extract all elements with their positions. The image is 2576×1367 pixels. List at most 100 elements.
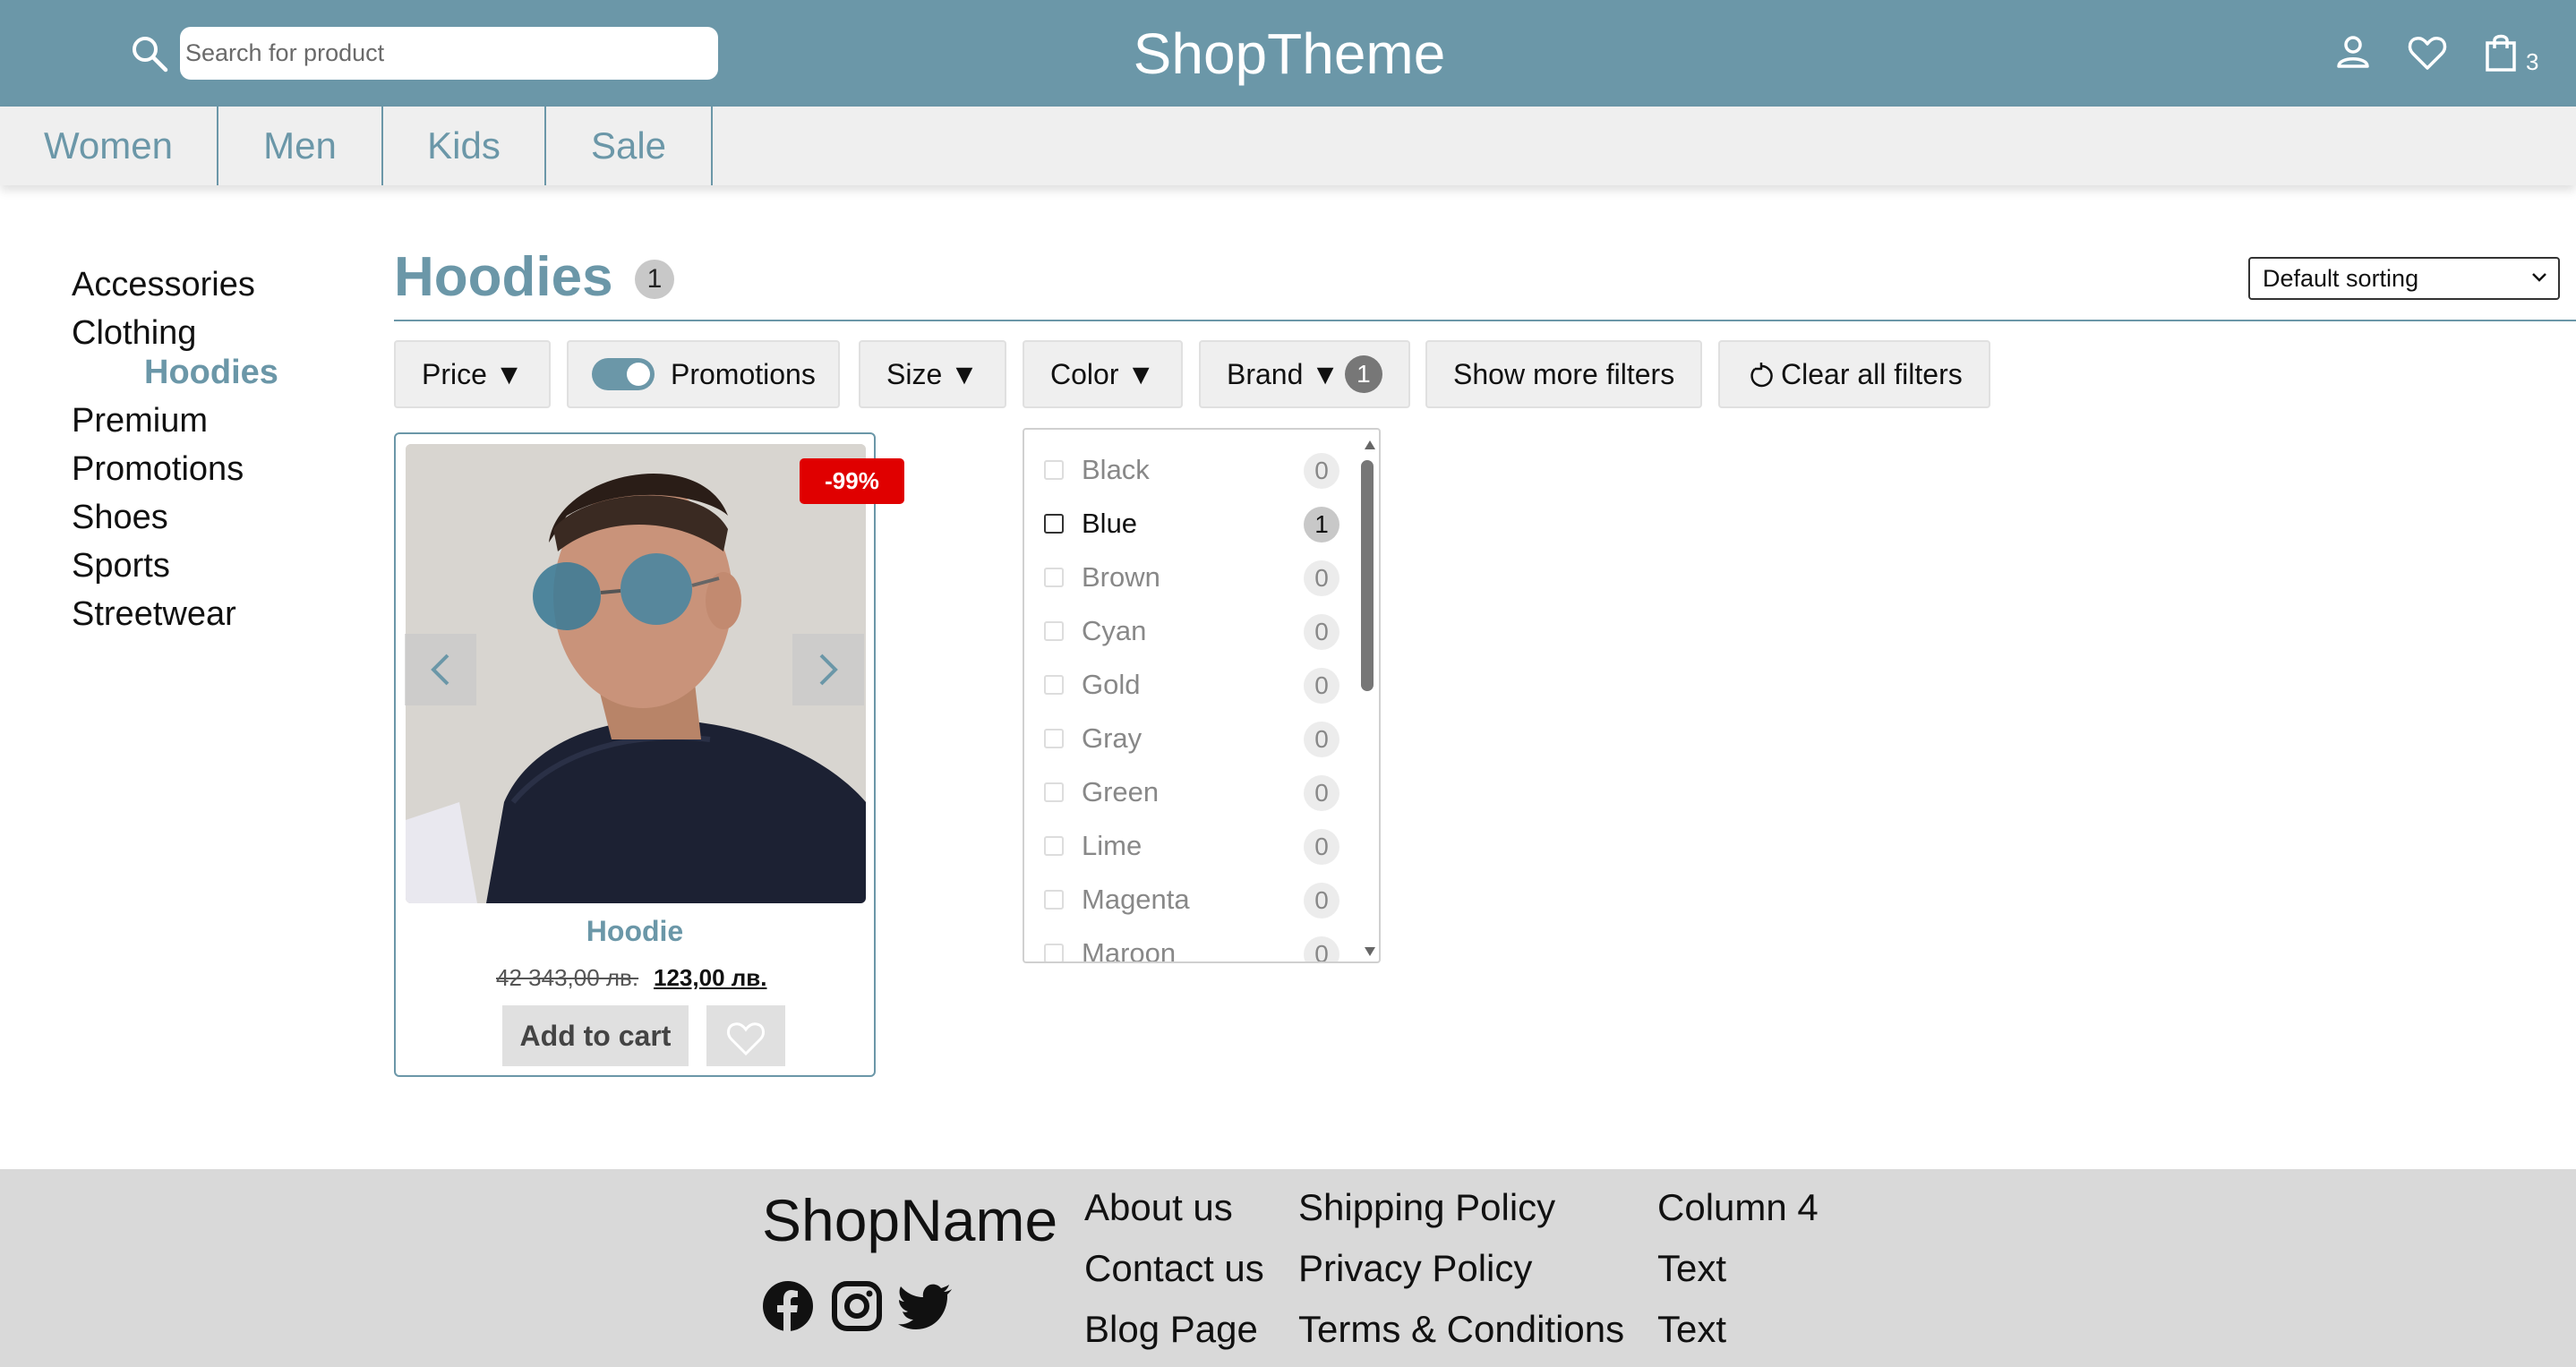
color-option-label: Magenta <box>1082 884 1190 915</box>
chevron-down-icon <box>2532 273 2546 282</box>
color-checkbox <box>1044 836 1064 856</box>
twitter-icon[interactable] <box>898 1280 954 1332</box>
footer-column-4-heading: Column 4 <box>1657 1186 1819 1228</box>
product-count-badge: 1 <box>635 260 674 299</box>
filter-price-button[interactable]: Price ▼ <box>394 340 552 408</box>
search-icon[interactable] <box>130 34 169 73</box>
brand-count-badge: 1 <box>1344 355 1382 393</box>
color-filter-dropdown[interactable]: Black 0 Blue 1 Brown 0 Cyan 0 Gold 0 Gray 0 Green 0 Li… <box>1023 428 1381 963</box>
color-checkbox <box>1044 675 1064 695</box>
color-option-gold: Gold 0 <box>1044 664 1348 709</box>
color-option-black: Black 0 <box>1044 449 1348 494</box>
color-option-blue[interactable]: Blue 1 <box>1044 503 1348 548</box>
image-prev-button[interactable] <box>405 634 476 705</box>
color-option-label: Gold <box>1082 669 1141 700</box>
category-nav: Women Men Kids Sale <box>0 107 2576 185</box>
scrollbar-thumb[interactable] <box>1361 460 1374 691</box>
refresh-icon <box>1750 363 1773 388</box>
color-checkbox[interactable] <box>1044 514 1064 534</box>
facebook-icon[interactable] <box>762 1280 814 1332</box>
sidebar-item-clothing[interactable]: Clothing <box>72 311 196 355</box>
color-option-count: 0 <box>1304 668 1339 704</box>
footer-link-privacy-policy[interactable]: Privacy Policy <box>1298 1244 1532 1293</box>
filter-color-button[interactable]: Color ▼ <box>1023 340 1184 408</box>
nav-item-sale[interactable]: Sale <box>546 107 713 185</box>
color-option-label: Brown <box>1082 561 1160 593</box>
color-option-gray: Gray 0 <box>1044 718 1348 763</box>
shopping-bag-icon[interactable] <box>2480 30 2525 75</box>
color-option-label: Blue <box>1082 508 1138 539</box>
footer-link-about-us[interactable]: About us <box>1084 1183 1233 1232</box>
sort-select[interactable]: Default sorting <box>2248 257 2560 300</box>
color-checkbox <box>1044 568 1064 587</box>
site-title[interactable]: ShopTheme <box>1039 18 1540 90</box>
color-option-label: Green <box>1082 776 1160 807</box>
footer-column-4-text: Text <box>1657 1247 1727 1289</box>
color-option-label: Maroon <box>1082 937 1177 963</box>
top-header: ShopTheme 3 <box>0 0 2576 107</box>
color-option-count: 0 <box>1304 453 1339 489</box>
footer-link-contact-us[interactable]: Contact us <box>1084 1244 1264 1293</box>
color-option-count: 0 <box>1304 829 1339 865</box>
color-option-label: Cyan <box>1082 615 1147 646</box>
sidebar-item-premium[interactable]: Premium <box>72 398 208 443</box>
user-icon[interactable] <box>2331 30 2375 75</box>
search-input[interactable] <box>180 27 718 80</box>
color-option-count: 0 <box>1304 614 1339 650</box>
sidebar-item-streetwear[interactable]: Streetwear <box>72 592 236 637</box>
sidebar-item-promotions[interactable]: Promotions <box>72 447 244 491</box>
footer-column-4-text: Text <box>1657 1308 1727 1350</box>
color-option-brown: Brown 0 <box>1044 557 1348 602</box>
promotions-toggle[interactable] <box>592 358 655 390</box>
nav-item-kids[interactable]: Kids <box>383 107 546 185</box>
clear-all-filters-label: Clear all filters <box>1781 358 1963 390</box>
footer-link-terms-conditions[interactable]: Terms & Conditions <box>1298 1305 1624 1354</box>
color-checkbox <box>1044 621 1064 641</box>
footer-link-blog-page[interactable]: Blog Page <box>1084 1305 1258 1354</box>
heart-icon <box>727 1022 765 1056</box>
discount-badge: -99% <box>800 458 904 504</box>
page-title: Hoodies <box>394 246 613 308</box>
footer-brand: ShopName <box>762 1187 1058 1253</box>
sidebar-subitem-hoodies[interactable]: Hoodies <box>144 350 278 395</box>
product-new-price: 123,00 лв. <box>654 964 767 991</box>
color-option-label: Gray <box>1082 722 1143 754</box>
color-option-green: Green 0 <box>1044 772 1348 816</box>
color-checkbox <box>1044 944 1064 961</box>
chevron-right-icon <box>819 654 838 686</box>
color-checkbox <box>1044 782 1064 802</box>
nav-item-women[interactable]: Women <box>0 107 218 185</box>
color-option-count: 0 <box>1304 936 1339 961</box>
color-option-maroon: Maroon 0 <box>1044 933 1348 963</box>
color-option-count: 0 <box>1304 560 1339 596</box>
nav-item-men[interactable]: Men <box>218 107 383 185</box>
wishlist-button[interactable] <box>706 1005 785 1066</box>
color-option-count: 0 <box>1304 775 1339 811</box>
heart-icon[interactable] <box>2405 30 2450 75</box>
filter-size-button[interactable]: Size ▼ <box>859 340 1006 408</box>
color-checkbox <box>1044 729 1064 748</box>
color-option-label: Lime <box>1082 830 1143 861</box>
color-option-count: 1 <box>1304 507 1339 543</box>
sidebar-item-sports[interactable]: Sports <box>72 543 170 588</box>
sidebar-item-shoes[interactable]: Shoes <box>72 495 168 540</box>
filter-promotions-label: Promotions <box>671 358 816 390</box>
cart-count: 3 <box>2526 48 2539 75</box>
clear-all-filters-button[interactable]: Clear all filters <box>1718 340 1990 408</box>
color-option-cyan: Cyan 0 <box>1044 611 1348 655</box>
sort-select-value: Default sorting <box>2263 265 2419 292</box>
filter-brand-button[interactable]: Brand ▼ 1 <box>1199 340 1410 408</box>
product-name[interactable]: Hoodie <box>394 915 876 948</box>
show-more-filters-button[interactable]: Show more filters <box>1425 340 1703 408</box>
product-old-price: 42 343,00 лв. <box>496 964 639 991</box>
sidebar-item-accessories[interactable]: Accessories <box>72 262 255 307</box>
filter-brand-label: Brand ▼ <box>1227 358 1339 390</box>
footer-link-shipping-policy[interactable]: Shipping Policy <box>1298 1183 1555 1232</box>
color-option-count: 0 <box>1304 883 1339 918</box>
add-to-cart-button[interactable]: Add to cart <box>502 1005 689 1066</box>
title-divider <box>394 320 2576 321</box>
image-next-button[interactable] <box>792 634 864 705</box>
color-option-magenta: Magenta 0 <box>1044 879 1348 924</box>
instagram-icon[interactable] <box>831 1280 883 1332</box>
color-checkbox <box>1044 890 1064 910</box>
